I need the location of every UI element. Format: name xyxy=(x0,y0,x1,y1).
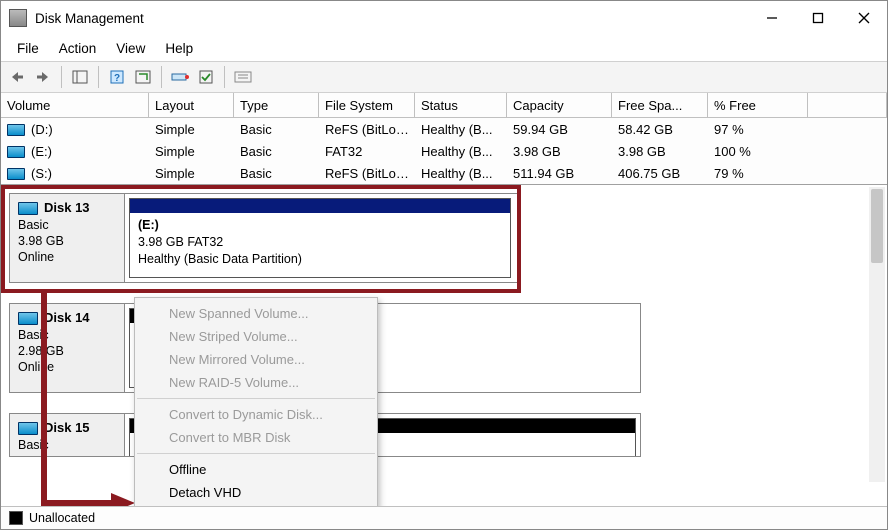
context-menu-separator xyxy=(137,453,375,454)
toolbar: ? xyxy=(1,61,887,93)
back-button[interactable] xyxy=(5,65,29,89)
highlight-line-h xyxy=(41,500,111,506)
menubar: File Action View Help xyxy=(1,35,887,61)
disk-management-window: Disk Management File Action View Help ? xyxy=(0,0,888,530)
disk-icon xyxy=(18,422,38,435)
forward-button[interactable] xyxy=(31,65,55,89)
context-menu-item: Convert to Dynamic Disk... xyxy=(135,403,377,426)
context-menu-item: New RAID-5 Volume... xyxy=(135,371,377,394)
col-layout[interactable]: Layout xyxy=(149,93,234,117)
context-menu-item: New Mirrored Volume... xyxy=(135,348,377,371)
context-menu-item[interactable]: Detach VHD xyxy=(135,481,377,504)
col-type[interactable]: Type xyxy=(234,93,319,117)
disk-info-panel[interactable]: Disk 15Basic xyxy=(10,414,125,456)
volume-icon xyxy=(7,146,25,158)
volume-row[interactable]: (D:)SimpleBasicReFS (BitLoc...Healthy (B… xyxy=(1,118,887,140)
disk-icon xyxy=(18,202,38,215)
legend-unallocated-label: Unallocated xyxy=(29,511,95,525)
context-menu-item: New Striped Volume... xyxy=(135,325,377,348)
context-menu-separator xyxy=(137,398,375,399)
menu-file[interactable]: File xyxy=(7,38,49,59)
context-menu-item[interactable]: Offline xyxy=(135,458,377,481)
disk-partitions: (E:)3.98 GB FAT32Healthy (Basic Data Par… xyxy=(125,194,520,282)
disk-context-menu: New Spanned Volume...New Striped Volume.… xyxy=(134,297,378,506)
col-free[interactable]: Free Spa... xyxy=(612,93,708,117)
volume-row[interactable]: (E:)SimpleBasicFAT32Healthy (B...3.98 GB… xyxy=(1,140,887,162)
col-rest[interactable] xyxy=(808,93,887,117)
disk-info-panel[interactable]: Disk 14Basic2.98 GBOnline xyxy=(10,304,125,392)
volume-table: Volume Layout Type File System Status Ca… xyxy=(1,93,887,185)
context-menu-item: Convert to MBR Disk xyxy=(135,426,377,449)
menu-view[interactable]: View xyxy=(106,38,155,59)
col-pct[interactable]: % Free xyxy=(708,93,808,117)
col-fs[interactable]: File System xyxy=(319,93,415,117)
col-volume[interactable]: Volume xyxy=(1,93,149,117)
col-status[interactable]: Status xyxy=(415,93,507,117)
rescan-disks-button[interactable] xyxy=(168,65,192,89)
col-capacity[interactable]: Capacity xyxy=(507,93,612,117)
volume-table-header: Volume Layout Type File System Status Ca… xyxy=(1,93,887,118)
highlight-arrow xyxy=(111,493,135,506)
help-button[interactable]: ? xyxy=(105,65,129,89)
legend-unallocated-icon xyxy=(9,511,23,525)
show-hide-tree-button[interactable] xyxy=(68,65,92,89)
partition-stripe xyxy=(130,199,510,213)
minimize-button[interactable] xyxy=(749,1,795,35)
refresh-button[interactable] xyxy=(131,65,155,89)
more-actions-button[interactable] xyxy=(231,65,255,89)
titlebar: Disk Management xyxy=(1,1,887,35)
scrollbar-thumb[interactable] xyxy=(871,189,883,263)
statusbar: Unallocated xyxy=(1,506,887,529)
disk-graphic-area: Disk 13Basic3.98 GBOnline(E:)3.98 GB FAT… xyxy=(1,185,887,506)
volume-icon xyxy=(7,168,25,180)
disk-info-panel[interactable]: Disk 13Basic3.98 GBOnline xyxy=(10,194,125,282)
disk-icon xyxy=(18,312,38,325)
close-button[interactable] xyxy=(841,1,887,35)
partition-body: (E:)3.98 GB FAT32Healthy (Basic Data Par… xyxy=(130,213,510,277)
disk-block[interactable]: Disk 13Basic3.98 GBOnline(E:)3.98 GB FAT… xyxy=(9,193,521,283)
context-menu-item: New Spanned Volume... xyxy=(135,302,377,325)
partition[interactable]: (E:)3.98 GB FAT32Healthy (Basic Data Par… xyxy=(129,198,511,278)
commit-button[interactable] xyxy=(194,65,218,89)
volume-icon xyxy=(7,124,25,136)
menu-action[interactable]: Action xyxy=(49,38,107,59)
maximize-button[interactable] xyxy=(795,1,841,35)
window-title: Disk Management xyxy=(35,11,144,26)
app-icon xyxy=(9,9,27,27)
volume-row[interactable]: (S:)SimpleBasicReFS (BitLoc...Healthy (B… xyxy=(1,162,887,184)
vertical-scrollbar[interactable] xyxy=(869,187,885,482)
svg-text:?: ? xyxy=(114,73,120,84)
menu-help[interactable]: Help xyxy=(155,38,203,59)
